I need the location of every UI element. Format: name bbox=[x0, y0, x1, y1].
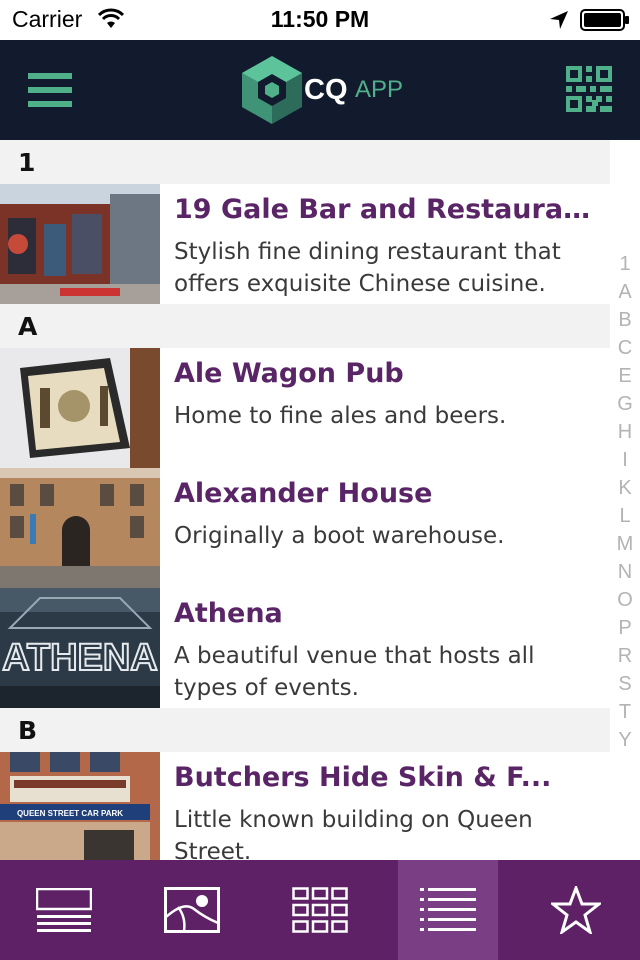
index-letter[interactable]: H bbox=[612, 418, 638, 446]
venue-title: Ale Wagon Pub bbox=[174, 358, 404, 389]
list-item[interactable]: Ale Wagon Pub Home to fine ales and beer… bbox=[0, 348, 610, 468]
index-letter[interactable]: S bbox=[612, 670, 638, 698]
section-header-b: B bbox=[0, 708, 610, 752]
index-letter[interactable]: I bbox=[612, 446, 638, 474]
hamburger-menu-icon[interactable] bbox=[22, 66, 78, 114]
index-letter[interactable]: 1 bbox=[612, 250, 638, 278]
list-item[interactable]: ATHENA Athena A beautiful venue that hos… bbox=[0, 588, 610, 708]
qr-code-icon[interactable] bbox=[566, 66, 614, 114]
index-letter[interactable]: A bbox=[612, 278, 638, 306]
directory-list[interactable]: 1 19 Gale Bar and Restaurant Stylish fin… bbox=[0, 140, 640, 860]
section-header-1: 1 bbox=[0, 140, 610, 184]
tab-bar bbox=[0, 860, 640, 960]
tab-news[interactable] bbox=[14, 860, 114, 960]
alphabet-index[interactable]: 1 A B C E G H I K L M N O P R S T Y bbox=[612, 250, 638, 754]
section-header-label: A bbox=[18, 312, 38, 341]
news-list-icon bbox=[36, 888, 92, 932]
venue-description: Originally a boot warehouse. bbox=[174, 523, 505, 549]
butchers-sign-text: QUEEN STREET CAR PARK bbox=[17, 809, 123, 818]
app-logo: CQ APP bbox=[238, 54, 418, 126]
grid-icon bbox=[292, 887, 348, 933]
venue-description: Little known building on Queen Street. bbox=[174, 807, 533, 860]
index-letter[interactable]: O bbox=[612, 586, 638, 614]
venue-photo: QUEEN STREET CAR PARK bbox=[0, 752, 160, 860]
section-header-a: A bbox=[0, 304, 610, 348]
venue-title: Athena bbox=[174, 598, 283, 629]
index-letter[interactable]: E bbox=[612, 362, 638, 390]
index-letter[interactable]: T bbox=[612, 698, 638, 726]
tab-directory[interactable] bbox=[398, 860, 498, 960]
logo-text-app: APP bbox=[355, 76, 404, 103]
list-item[interactable]: Alexander House Originally a boot wareho… bbox=[0, 468, 610, 588]
index-letter[interactable]: L bbox=[612, 502, 638, 530]
index-letter[interactable]: B bbox=[612, 306, 638, 334]
map-icon bbox=[164, 887, 220, 933]
index-letter[interactable]: P bbox=[612, 614, 638, 642]
app-header: CQ APP bbox=[0, 40, 640, 140]
section-header-label: 1 bbox=[18, 148, 36, 177]
venue-title: Alexander House bbox=[174, 478, 433, 509]
index-letter[interactable]: R bbox=[612, 642, 638, 670]
venue-photo bbox=[0, 348, 160, 468]
cube-logo-icon bbox=[242, 56, 302, 124]
star-favourites-icon bbox=[551, 886, 601, 934]
status-bar: Carrier 11:50 PM bbox=[0, 0, 640, 40]
tab-grid[interactable] bbox=[270, 860, 370, 960]
index-letter[interactable]: Y bbox=[612, 726, 638, 754]
index-letter[interactable]: M bbox=[612, 530, 638, 558]
section-header-label: B bbox=[18, 716, 38, 745]
clock: 11:50 PM bbox=[270, 6, 370, 32]
venue-description: Stylish fine dining restaurant that offe… bbox=[174, 239, 561, 297]
logo-text-cq: CQ bbox=[304, 74, 348, 106]
venue-title: 19 Gale Bar and Restaurant bbox=[174, 194, 594, 225]
battery-icon bbox=[580, 9, 630, 35]
index-letter[interactable]: C bbox=[612, 334, 638, 362]
venue-description: A beautiful venue that hosts all types o… bbox=[174, 643, 535, 701]
list-item[interactable]: 19 Gale Bar and Restaurant Stylish fine … bbox=[0, 184, 610, 304]
index-letter[interactable]: G bbox=[612, 390, 638, 418]
index-letter[interactable]: N bbox=[612, 558, 638, 586]
location-arrow-icon bbox=[548, 9, 570, 35]
venue-title: Butchers Hide Skin & F... bbox=[174, 762, 552, 793]
tab-favourites[interactable] bbox=[526, 860, 626, 960]
venue-photo bbox=[0, 184, 160, 304]
list-item[interactable]: QUEEN STREET CAR PARK Butchers Hide Skin… bbox=[0, 752, 610, 860]
tab-map[interactable] bbox=[142, 860, 242, 960]
venue-description: Home to fine ales and beers. bbox=[174, 403, 507, 429]
venue-photo bbox=[0, 468, 160, 588]
venue-photo: ATHENA bbox=[0, 588, 160, 708]
athena-sign-text: ATHENA bbox=[2, 637, 158, 679]
index-letter[interactable]: K bbox=[612, 474, 638, 502]
directory-list-icon bbox=[420, 888, 476, 931]
